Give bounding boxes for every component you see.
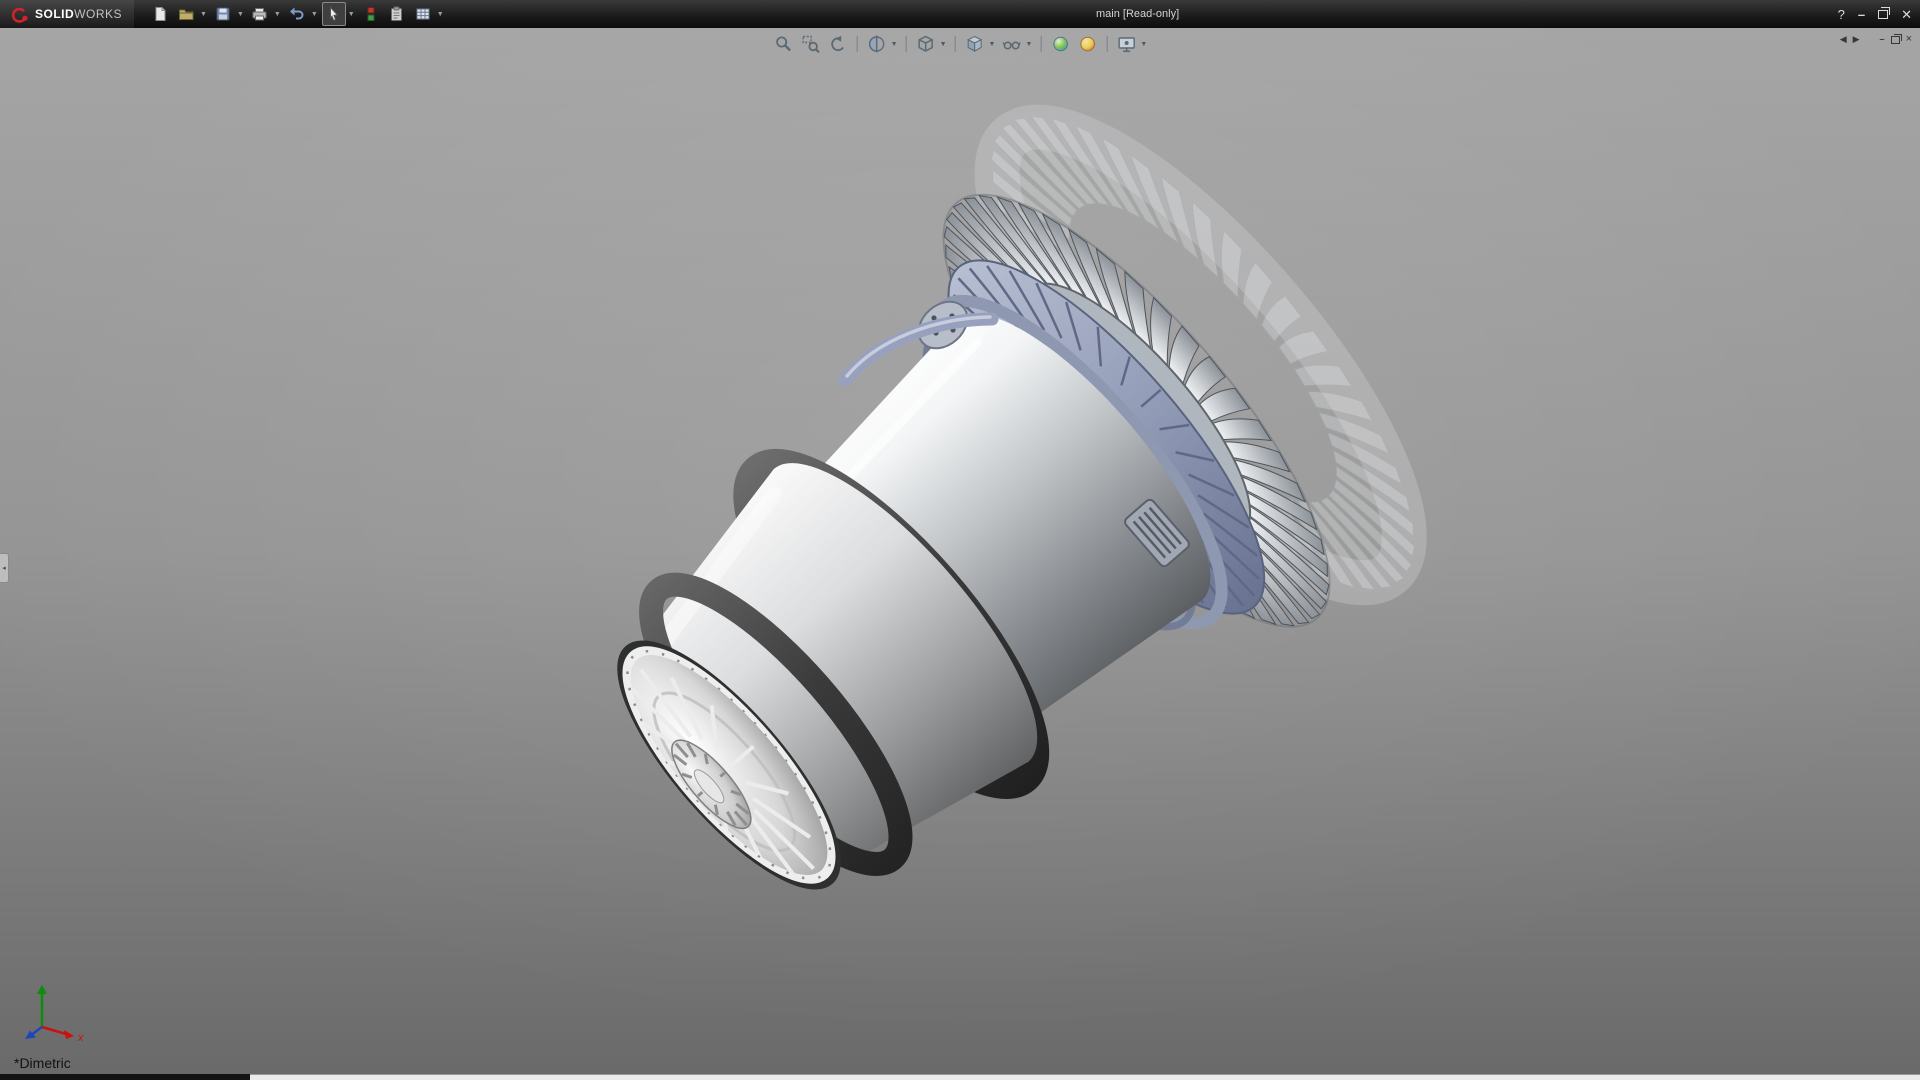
window-title: main [Read-only]: [1096, 0, 1179, 28]
apply-scene-button[interactable]: [1076, 33, 1098, 55]
hud-separator: [906, 36, 907, 52]
display-style-caret[interactable]: ▼: [989, 41, 996, 48]
save-dropdown-caret[interactable]: ▼: [237, 11, 244, 18]
save-button[interactable]: [211, 2, 235, 26]
view-settings-icon: [1116, 34, 1136, 54]
headsup-view-toolbar: ▼ ▼ ▼ ▼: [773, 33, 1148, 55]
display-style-button[interactable]: [964, 33, 986, 55]
select-dropdown-caret[interactable]: ▼: [348, 11, 355, 18]
print-button[interactable]: [248, 2, 272, 26]
clipboard-button[interactable]: [385, 2, 409, 26]
edit-appearance-button[interactable]: [1049, 33, 1071, 55]
window-controls: ? – ✕: [1838, 0, 1912, 28]
hide-show-items-button[interactable]: [1000, 33, 1022, 55]
open-button[interactable]: [174, 2, 198, 26]
solidworks-brand: SOLIDWORKS: [0, 0, 134, 28]
undo-arrow-icon: [288, 6, 305, 22]
hud-separator: [1106, 36, 1107, 52]
apply-scene-ball-icon: [1077, 34, 1097, 54]
close-document-button[interactable]: ×: [1906, 34, 1912, 45]
help-button[interactable]: ?: [1838, 8, 1845, 21]
minimize-button[interactable]: –: [1858, 8, 1865, 21]
brand-text: SOLIDWORKS: [35, 5, 122, 23]
section-view-caret[interactable]: ▼: [891, 41, 898, 48]
hide-show-caret[interactable]: ▼: [1025, 41, 1032, 48]
triad-x-label: x: [77, 1032, 84, 1044]
open-dropdown-caret[interactable]: ▼: [200, 11, 207, 18]
standard-toolbar: ▼ ▼ ▼ ▼: [148, 2, 446, 26]
zoom-to-fit-icon: [774, 34, 794, 54]
previous-window-button[interactable]: ◀: [1840, 35, 1847, 44]
section-view-icon: [867, 34, 887, 54]
status-strip-light: [250, 1074, 1920, 1080]
document-window-controls: ◀ ▶ – ×: [1840, 34, 1912, 45]
status-strip: [0, 1074, 1920, 1080]
restore-document-button[interactable]: [1891, 36, 1900, 44]
previous-view-button[interactable]: [827, 33, 849, 55]
view-orientation-label: *Dimetric: [14, 1055, 71, 1071]
hud-separator: [857, 36, 858, 52]
undo-button[interactable]: [285, 2, 309, 26]
table-grid-icon: [415, 6, 431, 22]
hud-separator: [1040, 36, 1041, 52]
brand-works: WORKS: [74, 7, 122, 21]
open-folder-icon: [178, 6, 195, 22]
new-document-icon: [152, 6, 168, 22]
minimize-document-button[interactable]: –: [1880, 35, 1885, 44]
save-floppy-icon: [215, 6, 231, 22]
print-dropdown-caret[interactable]: ▼: [274, 11, 281, 18]
3d-viewport[interactable]: x: [0, 28, 1920, 1074]
3d-scene-canvas[interactable]: x: [0, 28, 1920, 1074]
view-orientation-cube-icon: [916, 34, 936, 54]
brand-solid: SOLID: [35, 7, 74, 21]
view-settings-button[interactable]: [1115, 33, 1137, 55]
3ds-logo-icon: [8, 5, 30, 23]
display-style-icon: [965, 34, 985, 54]
status-strip-dark: [0, 1074, 250, 1080]
clipboard-icon: [389, 6, 404, 22]
view-orientation-caret[interactable]: ▼: [940, 41, 947, 48]
section-view-button[interactable]: [866, 33, 888, 55]
close-button[interactable]: ✕: [1901, 8, 1912, 21]
select-button[interactable]: [322, 2, 346, 26]
zoom-to-area-button[interactable]: [800, 33, 822, 55]
hud-separator: [955, 36, 956, 52]
print-icon: [251, 6, 268, 22]
previous-view-icon: [828, 34, 848, 54]
next-window-button[interactable]: ▶: [1853, 35, 1860, 44]
selection-filter-icon: [365, 6, 377, 22]
zoom-to-area-icon: [801, 34, 821, 54]
undo-dropdown-caret[interactable]: ▼: [311, 11, 318, 18]
restore-button[interactable]: [1878, 10, 1888, 19]
new-document-button[interactable]: [148, 2, 172, 26]
selection-filter-button[interactable]: [359, 2, 383, 26]
edit-appearance-ball-icon: [1050, 34, 1070, 54]
select-cursor-icon: [326, 6, 341, 22]
zoom-to-fit-button[interactable]: [773, 33, 795, 55]
titlebar: SOLIDWORKS ▼ ▼: [0, 0, 1920, 28]
view-orientation-button[interactable]: [915, 33, 937, 55]
table-options-button[interactable]: [411, 2, 435, 26]
hide-show-glasses-icon: [1001, 34, 1021, 54]
panel-collapse-handle[interactable]: ◂: [0, 553, 9, 583]
table-options-dropdown-caret[interactable]: ▼: [437, 11, 444, 18]
view-settings-caret[interactable]: ▼: [1140, 41, 1147, 48]
